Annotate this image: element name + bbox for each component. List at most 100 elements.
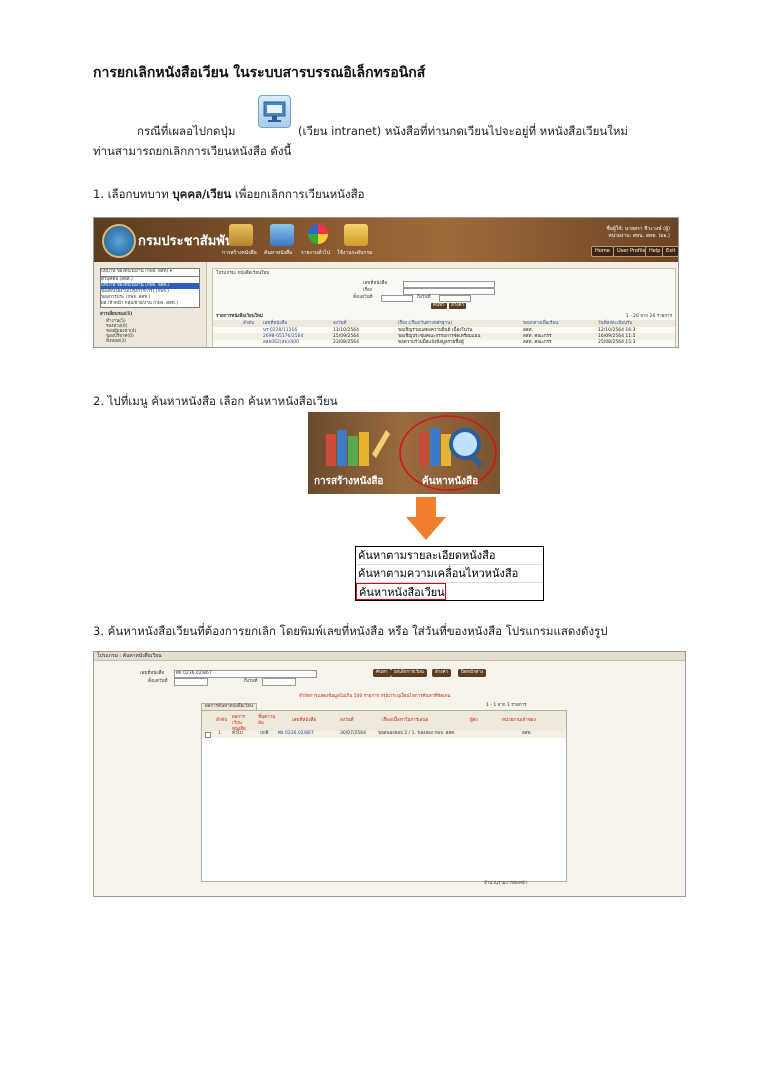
- col-header: ลงวันที่: [333, 321, 347, 326]
- logo-text: กรมประชาสัมพันธ์: [138, 234, 242, 249]
- cell: ปกติ: [260, 731, 269, 736]
- col-header: หน่วยงานเจ้าของ: [502, 718, 536, 723]
- col-header: ลงวันที่: [340, 718, 354, 723]
- create-document-icon: [326, 430, 390, 466]
- main-panel: โปรแกรม: หนังสือเวียนใหม่ เลขที่หนังสือ …: [212, 268, 676, 347]
- breadcrumb: โปรแกรม: หนังสือเวียนใหม่: [216, 271, 270, 276]
- toolbar-department-label: ใช้งานระดับกรม: [337, 250, 373, 256]
- screenshot-search-menu: การสร้างหนังสือ ค้นหาหนังสือ: [308, 412, 500, 494]
- logo-icon: [102, 224, 136, 258]
- step1-prefix: 1. เลือกบทบาท: [93, 187, 173, 201]
- step3-text: 3. ค้นหาหนังสือเวียนที่ต้องการยกเลิก โดย…: [93, 624, 608, 638]
- toolbar-report-label: รายงานทั่วไป: [301, 250, 330, 256]
- from-date-label: ตั้งแต่วันที่: [353, 295, 373, 300]
- user-unit: หน่วยงาน: สทน. สทท. (ผอ.): [608, 233, 670, 239]
- step1-suffix: เพื่อยกเลิกการเวียนหนังสือ: [231, 187, 365, 201]
- search-menu: ค้นหาตามรายละเอียดหนังสือ ค้นหาตามความเค…: [355, 546, 544, 601]
- cell: 25/08/2564 15:3: [598, 340, 636, 345]
- clear-button[interactable]: ล้างค่า: [432, 669, 452, 677]
- row-checkbox[interactable]: [205, 732, 211, 738]
- down-arrow-icon: [406, 497, 446, 540]
- search-button[interactable]: ค้นหา: [431, 303, 447, 309]
- report-icon[interactable]: [308, 224, 328, 244]
- doc-no-input[interactable]: ศธ 0236.02/867: [174, 670, 317, 678]
- menu-item-search-movement[interactable]: ค้นหาตามความเคลื่อนไหวหนังสือ: [356, 565, 543, 583]
- cell: สสท. คณะกรร: [523, 340, 552, 345]
- breadcrumb: โปรแกรม : ค้นหาหนังสือเวียน: [94, 652, 685, 661]
- page-size-label: จำนวนรายการต่อหน้า: [484, 881, 528, 886]
- role-dropdown: ตัวบุคคล (สสส.) บทบาท:ของหน่วยงาน (กพจ. …: [100, 276, 200, 308]
- subject-label: เรื่อง: [363, 288, 372, 293]
- app-banner: กรมประชาสัมพันธ์ การสร้างหนังสือ ค้นหาหน…: [94, 218, 678, 262]
- col-header: ลำดับ: [216, 718, 228, 723]
- intro-line2: ท่านสามารถยกเลิกการเวียนหนังสือ ดังนี้: [93, 144, 292, 158]
- from-date-input[interactable]: [381, 295, 413, 302]
- col-header: ลำดับ: [243, 321, 255, 326]
- col-header: เลขที่หนังสือ: [263, 321, 288, 326]
- from-date-label: ตั้งแต่วันที่: [148, 679, 168, 684]
- doc-no-label: เลขที่หนังสือ: [140, 671, 165, 676]
- cancel-circular-button[interactable]: ยกเลิกการเวียน: [391, 669, 427, 677]
- col-header: เลขที่หนังสือ: [292, 718, 317, 723]
- user-info: ชื่อผู้ใช้: นายสรา ชีวะวงษ์ (ผู้) หน่วยง…: [606, 226, 670, 240]
- intro-line1a: กรณีที่เผลอไปกดปุ่ม: [137, 124, 236, 138]
- step1-bold: บุคคล/เวียน: [172, 187, 232, 201]
- subject-input[interactable]: [403, 288, 495, 295]
- to-date-input[interactable]: [439, 295, 471, 302]
- step2-text: 2. ไปที่เมนู ค้นหาหนังสือ เลือก ค้นหาหนั…: [93, 394, 338, 408]
- toolbar-search-label: ค้นหาหนังสือ: [264, 250, 293, 256]
- cell: ขอสนองตอบ 2 / 1. ของสอง กพจ. สสท.: [378, 731, 456, 736]
- result-table: ลำดับ ผลการเวียนหนังสือ ชั้นความลับ เลขท…: [201, 710, 567, 882]
- create-document-label: การสร้างหนังสือ: [314, 476, 384, 487]
- limit-note: จำกัดการแสดงข้อมูลไม่เกิน 500 รายการ กรุ…: [299, 694, 451, 699]
- user-name: ชื่อผู้ใช้: นายสรา ชีวะวงษ์ (ผู้): [606, 226, 670, 232]
- cell: 30/07/2564: [340, 731, 366, 736]
- col-header: วันที่ลงทะเบียนรับ: [598, 321, 633, 326]
- col-header: ผู้ส่ง: [470, 718, 478, 723]
- search-button[interactable]: ค้นหา: [373, 669, 391, 677]
- table-row[interactable]: 1 ทั่วไป ปกติ ศธ 0236.02/867 30/07/2564 …: [202, 731, 566, 738]
- doc-no-label: เลขที่หนังสือ: [363, 281, 388, 286]
- to-date-input[interactable]: [262, 678, 296, 686]
- col-header: เรื่อง/เนื้อหาในการเสนอ: [382, 718, 429, 723]
- table-header: ลำดับ เลขที่หนังสือ ลงวันที่ เรื่อง (เรื…: [213, 320, 675, 327]
- intranet-icon: [258, 95, 291, 128]
- doc-no-input[interactable]: [403, 281, 495, 288]
- col-header: ของกลางเพื่อเรียน: [523, 321, 559, 326]
- cell: สสท.: [522, 731, 532, 736]
- menu-item-search-circular[interactable]: ค้นหาหนังสือเวียน: [356, 583, 446, 600]
- cell: ทั่วไป: [232, 731, 243, 736]
- home-button[interactable]: Home: [591, 246, 614, 257]
- cell: ขอความร่วมมือแจ้งข้อมูลรายชื่อผู้: [398, 340, 464, 345]
- create-document-icon[interactable]: [229, 224, 253, 246]
- search-document-label: ค้นหาหนังสือ: [422, 476, 479, 487]
- department-icon[interactable]: [344, 224, 368, 246]
- cell: สสธ062(สธ)/400: [263, 340, 299, 345]
- sidebar-item[interactable]: สารเลี่ยนรอง(5): [100, 312, 132, 318]
- clear-button[interactable]: ล้างค่า: [449, 303, 467, 309]
- toolbar-create-label: การสร้างหนังสือ: [222, 250, 257, 256]
- table-row[interactable]: สสธ062(สธ)/400 23/08/2564 ขอความร่วมมือแ…: [213, 339, 675, 346]
- paging-info: 1 - 1 จาก 1 รายการ: [486, 703, 527, 708]
- intro-line1b: (เวียน intranet) หนังสือที่ท่านกดเวียนไป…: [298, 124, 629, 138]
- screenshot-role-selection: กรมประชาสัมพันธ์ การสร้างหนังสือ ค้นหาหน…: [93, 217, 679, 348]
- cell: 1: [218, 731, 221, 736]
- table-header: ลำดับ ผลการเวียนหนังสือ ชั้นความลับ เลขท…: [202, 711, 566, 732]
- from-date-input[interactable]: [174, 678, 208, 686]
- to-date-label: ถึงวันที่: [417, 295, 431, 300]
- search-document-icon[interactable]: [270, 224, 294, 246]
- menu-item-search-details[interactable]: ค้นหาตามรายละเอียดหนังสือ: [356, 547, 543, 565]
- cell: 23/08/2564: [333, 340, 359, 345]
- cell: ศธ 0236.02/867: [278, 731, 314, 736]
- step1-text: 1. เลือกบทบาท บุคคล/เวียน เพื่อยกเลิกการ…: [93, 184, 365, 204]
- page-title: การยกเลิกหนังสือเวียน ในระบบสารบรรณอิเล็…: [93, 65, 426, 81]
- col-header: ชั้นความลับ: [258, 715, 276, 726]
- exit-button[interactable]: Exit: [662, 246, 678, 257]
- role-option[interactable]: ผอ./หัวหน้า กลุ่ม/ฝ่าย/งาน (กพจ. สสท.): [101, 301, 199, 307]
- to-date-label: ถึงวันที่: [244, 679, 258, 684]
- sidebar-item[interactable]: ทั้งหมด(2): [106, 339, 126, 345]
- col-header: เรื่อง (เรื่อง/วันทางหลักฐาน): [398, 321, 452, 326]
- close-window-button[interactable]: ปิดหน้าต่าง: [458, 669, 486, 677]
- sidebar: บทบาท:ของหน่วยงาน (กพจ. สสท) ▾ ตัวบุคคล …: [94, 262, 207, 347]
- screenshot-circular-search: โปรแกรม : ค้นหาหนังสือเวียน เลขที่หนังสื…: [93, 651, 686, 897]
